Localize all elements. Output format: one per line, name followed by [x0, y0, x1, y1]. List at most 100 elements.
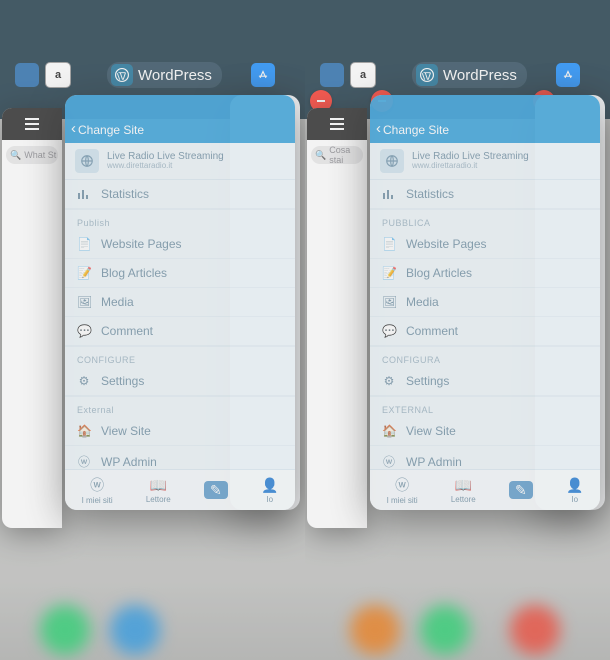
wordpress-tab-icon: ⓦ [395, 475, 409, 495]
tab-reader[interactable]: 📖Lettore [451, 477, 476, 504]
section-configure: CONFIGURE [65, 346, 295, 367]
settings-row[interactable]: ⚙ Settings [370, 367, 600, 396]
comments-icon: 💬 [382, 324, 396, 338]
site-row[interactable]: Live Radio Live Streaming www.direttarad… [370, 143, 600, 180]
switcher-app-labels: a WordPress [305, 62, 610, 88]
posts-label: Blog Articles [406, 266, 472, 280]
screenshot-right: a WordPress [305, 0, 610, 660]
tab-me[interactable]: 👤Io [566, 477, 583, 504]
wordpress-switcher-label[interactable]: WordPress [107, 62, 222, 88]
compose-icon: ✎ [204, 481, 228, 499]
amazon-icon[interactable]: a [45, 62, 71, 88]
site-url: www.direttaradio.it [107, 162, 224, 170]
chevron-left-icon[interactable]: ‹ [71, 120, 76, 137]
reader-icon: 📖 [455, 477, 472, 494]
comments-row[interactable]: 💬 Comment [65, 317, 295, 346]
search-placeholder: What St [24, 150, 56, 160]
settings-row[interactable]: ⚙ Settings [65, 367, 295, 396]
posts-row[interactable]: 📝 Blog Articles [65, 259, 295, 288]
person-icon: 👤 [261, 477, 278, 494]
background-app-card[interactable]: 🔍 Cosa stai [307, 108, 367, 528]
tab-my-sites[interactable]: ⓦI miei siti [387, 475, 418, 505]
posts-icon: 📝 [77, 266, 91, 280]
search-icon: 🔍 [315, 150, 326, 161]
media-label: Media [101, 295, 134, 309]
tab-me[interactable]: 👤Io [261, 477, 278, 504]
tab-compose[interactable]: ✎ [204, 481, 228, 499]
app-header: ‹ Change Site [65, 95, 295, 143]
tab-bar: ⓦI miei siti 📖Lettore ✎ 👤Io [370, 469, 600, 510]
chevron-left-icon[interactable]: ‹ [376, 120, 381, 137]
wordpress-label: WordPress [443, 67, 517, 84]
view-site-label: View Site [101, 424, 151, 438]
appstore-icon[interactable] [251, 63, 275, 87]
tab-me-label: Io [266, 495, 273, 504]
media-row[interactable]: 🖼 Media [370, 288, 600, 317]
stats-row[interactable]: Statistics [65, 180, 295, 209]
home-icon: 🏠 [382, 424, 396, 438]
globe-icon [75, 149, 99, 173]
wordpress-switcher-label[interactable]: WordPress [412, 62, 527, 88]
tab-my-sites-label: I miei siti [82, 496, 113, 505]
tab-compose[interactable]: ✎ [509, 481, 533, 499]
tab-reader-label: Lettore [146, 495, 171, 504]
view-site-row[interactable]: 🏠 View Site [370, 417, 600, 446]
app-icon-unknown[interactable] [15, 63, 39, 87]
tab-my-sites[interactable]: ⓦI miei siti [82, 475, 113, 505]
stats-row[interactable]: Statistics [370, 180, 600, 209]
section-publish: Publish [65, 209, 295, 230]
wordpress-app-card[interactable]: ‹ Change Site Live Radio Live Streaming … [65, 95, 295, 510]
wordpress-label: WordPress [138, 67, 212, 84]
gear-icon: ⚙ [382, 374, 396, 388]
comments-label: Comment [101, 324, 153, 338]
section-external: External [65, 396, 295, 417]
person-icon: 👤 [566, 477, 583, 494]
wordpress-small-icon: ⓦ [77, 453, 91, 470]
app-icon-unknown[interactable] [320, 63, 344, 87]
wordpress-icon [416, 64, 438, 86]
wp-admin-label: WP Admin [101, 455, 157, 469]
comments-row[interactable]: 💬 Comment [370, 317, 600, 346]
view-site-row[interactable]: 🏠View Site [65, 417, 295, 446]
pages-row[interactable]: 📄Website Pages [65, 230, 295, 259]
tab-bar: ⓦI miei siti 📖Lettore ✎ 👤Io [65, 469, 295, 510]
stats-label: Statistics [101, 187, 149, 201]
hamburger-icon[interactable] [307, 108, 367, 140]
settings-label: Settings [101, 374, 144, 388]
search-input[interactable]: 🔍 Cosa stai [311, 146, 363, 164]
pages-label: Website Pages [101, 237, 182, 251]
media-icon: 🖼 [382, 295, 396, 309]
background-app-card[interactable]: 🔍 What St [2, 108, 62, 528]
view-site-label: View Site [406, 424, 456, 438]
search-input[interactable]: 🔍 What St [6, 146, 58, 164]
stats-label: Statistics [406, 187, 454, 201]
media-label: Media [406, 295, 439, 309]
comments-label: Comment [406, 324, 458, 338]
app-header: ‹ Change Site [370, 95, 600, 143]
search-placeholder: Cosa stai [329, 145, 363, 165]
comments-icon: 💬 [77, 324, 91, 338]
wordpress-tab-icon: ⓦ [90, 475, 104, 495]
search-icon: 🔍 [10, 150, 21, 161]
posts-row[interactable]: 📝Blog Articles [370, 259, 600, 288]
hamburger-icon[interactable] [2, 108, 62, 140]
header-back-label[interactable]: Change Site [78, 123, 144, 137]
wordpress-app-card[interactable]: ‹ Change Site Live Radio Live Streaming … [370, 95, 600, 510]
pages-icon: 📄 [382, 237, 396, 251]
media-row[interactable]: 🖼Media [65, 288, 295, 317]
wordpress-icon [111, 64, 133, 86]
tab-my-sites-label: I miei siti [387, 496, 418, 505]
screenshot-left: a WordPress 🔍 What St [0, 0, 305, 660]
settings-label: Settings [406, 374, 449, 388]
app-switcher-comparison: a WordPress 🔍 What St [0, 0, 610, 660]
appstore-icon[interactable] [556, 63, 580, 87]
gear-icon: ⚙ [77, 374, 91, 388]
tab-reader[interactable]: 📖Lettore [146, 477, 171, 504]
reader-icon: 📖 [150, 477, 167, 494]
site-row[interactable]: Live Radio Live Streaming www.direttarad… [65, 143, 295, 180]
header-back-label[interactable]: Change Site [383, 123, 449, 137]
amazon-icon[interactable]: a [350, 62, 376, 88]
posts-label: Blog Articles [101, 266, 167, 280]
switcher-app-labels: a WordPress [0, 62, 305, 88]
pages-row[interactable]: 📄Website Pages [370, 230, 600, 259]
